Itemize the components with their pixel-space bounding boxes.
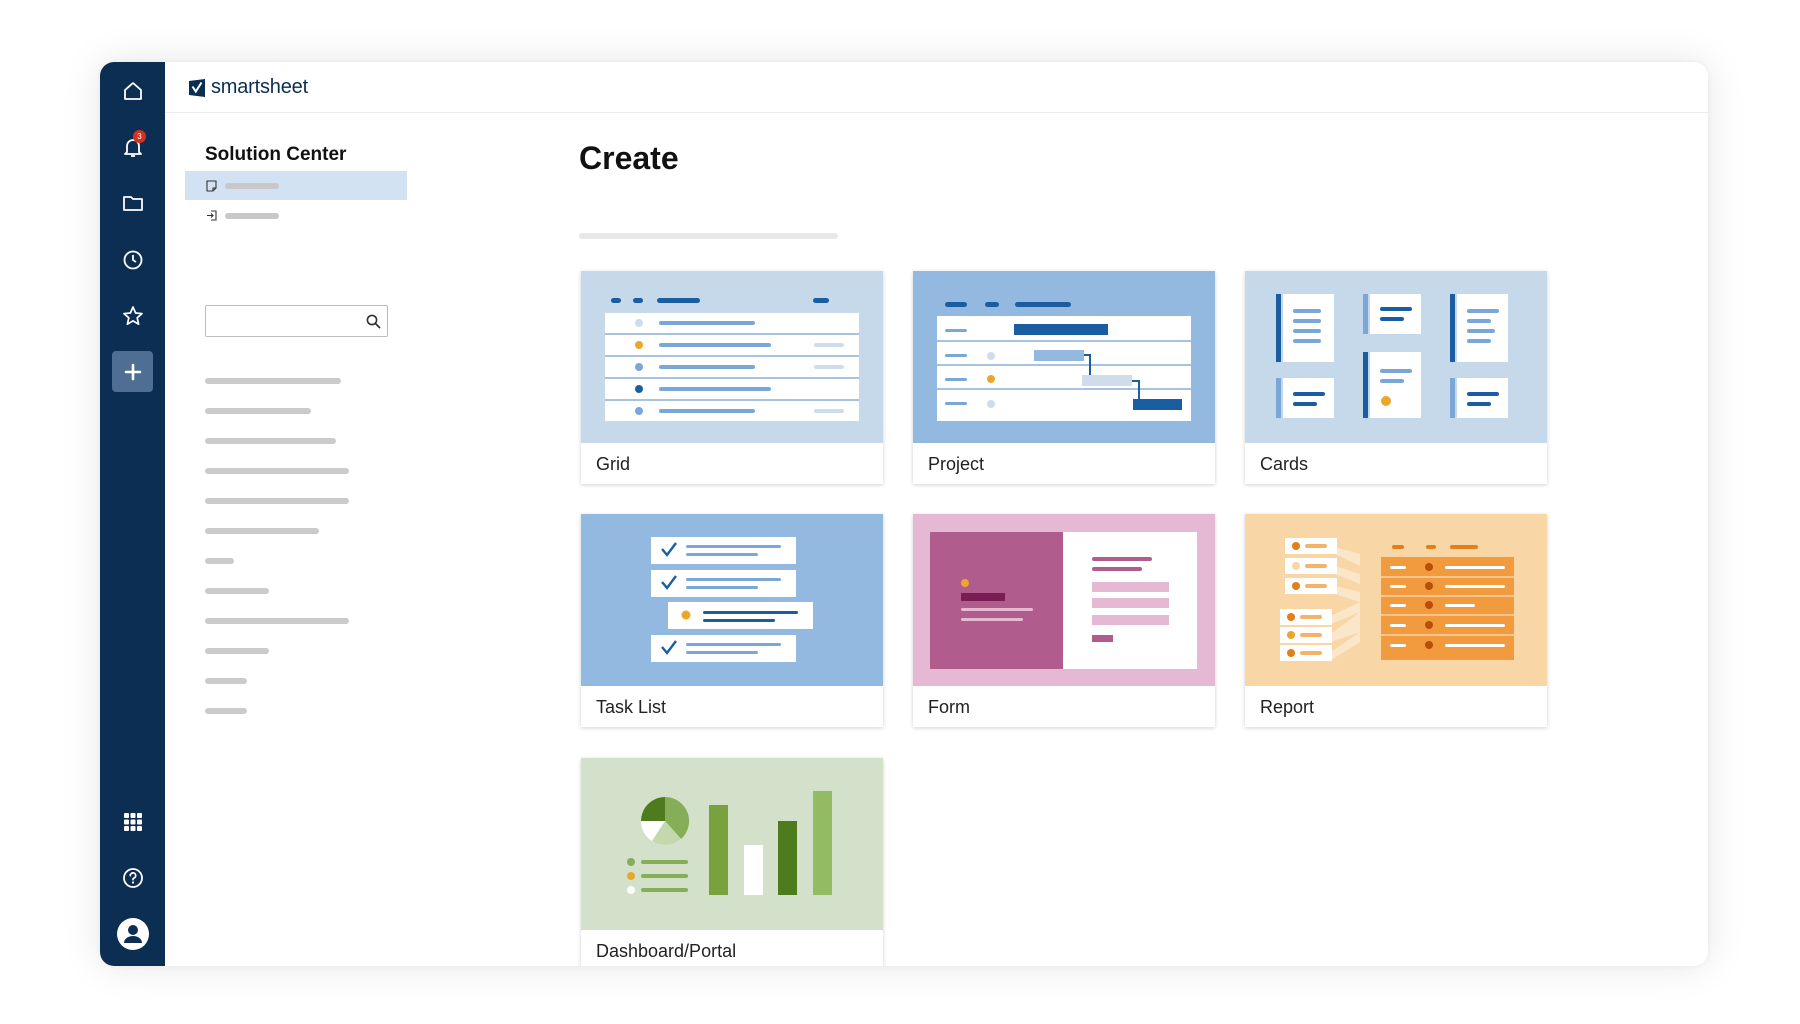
search-icon [366, 314, 381, 329]
category-placeholder[interactable] [205, 678, 247, 684]
create-card-task-list[interactable]: Task List [581, 514, 883, 727]
card-label: Report [1260, 697, 1315, 717]
smartsheet-logo[interactable]: smartsheet [189, 76, 308, 99]
cards-illustration [1245, 271, 1547, 443]
side-nav-item-new[interactable] [185, 171, 407, 200]
app-window: 3 smartsheet Solution Center Create Grid… [100, 62, 1708, 966]
report-illustration [1245, 514, 1547, 686]
smartsheet-check-icon [189, 78, 205, 97]
card-label: Dashboard/Portal [596, 941, 737, 961]
create-card-form[interactable]: Form [913, 514, 1215, 727]
subtitle-placeholder [579, 233, 838, 239]
category-placeholder[interactable] [205, 648, 269, 654]
card-label: Project [928, 454, 985, 474]
create-card-cards[interactable]: Cards [1245, 271, 1547, 484]
clock-icon [123, 250, 142, 269]
app-grid-icon [123, 812, 142, 831]
create-button[interactable] [112, 351, 153, 392]
category-placeholder[interactable] [205, 528, 319, 534]
create-main-area: Create Grid Project Cards Task List Form… [465, 113, 1708, 966]
category-placeholder[interactable] [205, 558, 234, 564]
help-icon [122, 867, 143, 888]
recents-button[interactable] [112, 239, 153, 280]
category-placeholder[interactable] [205, 378, 341, 384]
create-card-dashboard-portal[interactable]: Dashboard/Portal [581, 758, 883, 966]
category-placeholder[interactable] [205, 708, 247, 714]
create-card-grid[interactable]: Grid [581, 271, 883, 484]
account-button[interactable] [112, 913, 153, 954]
plus-icon [124, 363, 141, 380]
task-list-illustration [581, 514, 883, 686]
solution-center-panel: Solution Center [165, 113, 465, 966]
category-placeholder[interactable] [205, 618, 349, 624]
side-nav-item-label-placeholder [225, 212, 279, 219]
card-label: Form [928, 697, 970, 717]
category-placeholder[interactable] [205, 438, 336, 444]
browse-button[interactable] [112, 182, 153, 223]
category-placeholder[interactable] [205, 498, 349, 504]
home-icon [123, 81, 142, 100]
home-button[interactable] [112, 70, 153, 111]
panel-title: Solution Center [205, 144, 347, 165]
dashboard-illustration [581, 758, 883, 930]
template-search-box[interactable] [205, 305, 388, 337]
help-button[interactable] [112, 857, 153, 898]
form-illustration [913, 514, 1215, 686]
category-placeholder[interactable] [205, 408, 311, 414]
search-input[interactable] [206, 306, 356, 336]
document-icon [206, 179, 217, 192]
launcher-button[interactable] [112, 801, 153, 842]
category-placeholder[interactable] [205, 468, 349, 474]
star-icon [122, 305, 143, 325]
create-card-project[interactable]: Project [913, 271, 1215, 484]
import-icon [207, 210, 217, 221]
top-bar: smartsheet [165, 62, 1708, 113]
notifications-button[interactable]: 3 [112, 126, 153, 167]
grid-illustration [581, 271, 883, 443]
card-label: Cards [1260, 454, 1309, 474]
favorites-button[interactable] [112, 295, 153, 336]
folder-icon [122, 195, 143, 211]
card-label: Task List [596, 697, 667, 717]
create-card-report[interactable]: Report [1245, 514, 1547, 727]
project-illustration [913, 271, 1215, 443]
card-label: Grid [596, 454, 631, 474]
logo-text: smartsheet [211, 76, 308, 98]
account-icon [116, 917, 149, 950]
nav-rail: 3 [100, 62, 165, 966]
side-nav-item-label-placeholder [225, 182, 279, 189]
side-nav-item-import[interactable] [185, 201, 407, 230]
notification-count-badge: 3 [133, 130, 146, 143]
page-title: Create [579, 140, 679, 176]
category-placeholder[interactable] [205, 588, 269, 594]
